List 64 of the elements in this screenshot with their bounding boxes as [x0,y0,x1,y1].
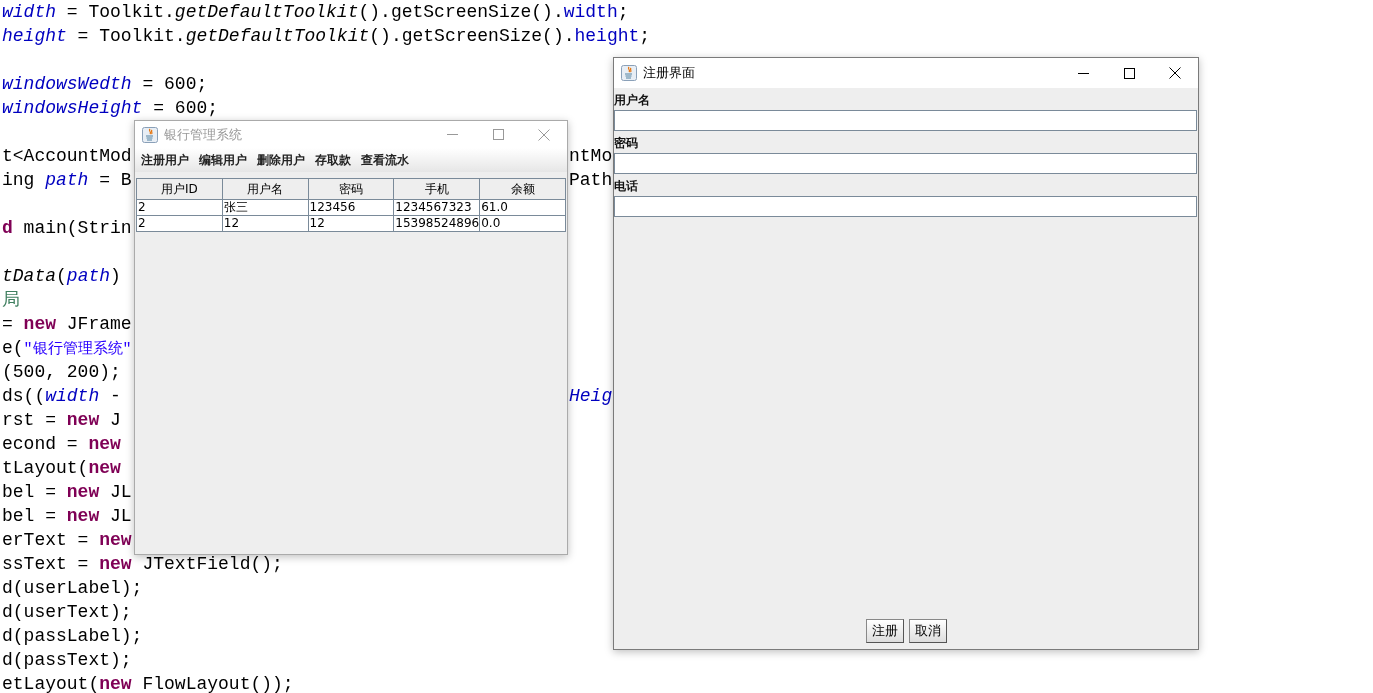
code-line: erText = new [1,530,132,550]
code-line: bel = new JL [1,482,132,502]
field-label: 电话 [614,178,639,195]
code-line: d(userLabel); [1,578,143,598]
app-icon [621,65,637,81]
table-cell: 12 [222,216,309,232]
code-line: t<AccountMod [1,145,133,168]
code-line: etLayout(new FlowLayout()); [1,674,294,693]
code-line: Path [568,169,613,192]
code-line: width = Toolkit.getDefaultToolkit().getScreenSize().width; [1,2,629,22]
close-icon [538,128,550,141]
code-line: (500, 200); [1,362,121,382]
column-header[interactable]: 手机 [394,178,481,200]
code-line: = new JFrame [1,314,132,334]
table-cell: 61.0 [480,200,566,216]
code-line: tData(path) [1,266,121,286]
code-line: d(passText); [1,650,132,670]
input-field[interactable] [614,110,1197,131]
code-line: bel = new JL [1,506,132,526]
field-label: 用户名 [614,92,651,109]
table-cell: 张三 [222,200,309,216]
column-header[interactable]: 用户ID [137,178,223,200]
code-line: windowsHeight = 600; [1,98,219,118]
menu-item[interactable]: 删除用户 [253,151,311,169]
code-line: econd = new [1,434,121,454]
table-cell: 2 [137,216,223,232]
column-header[interactable]: 密码 [308,178,395,200]
code-line: d(userText); [1,602,132,622]
code-line: e("银行管理系统" [1,338,132,358]
input-field[interactable] [614,153,1197,174]
field-label: 密码 [614,135,639,152]
menu-item[interactable]: 编辑用户 [195,151,253,169]
table-cell: 0.0 [480,216,566,232]
code-line: windowsWedth = 600; [1,74,208,94]
code-line: Heig [568,385,613,408]
column-header[interactable]: 用户名 [222,178,309,200]
table-cell: 15398524896 [394,216,481,232]
close-icon [1169,67,1181,79]
code-line: tLayout(new [1,458,121,478]
menu-item[interactable]: 注册用户 [137,151,195,169]
table-cell: 2 [137,200,223,216]
table-cell: 12 [308,216,395,232]
code-line: height = Toolkit.getDefaultToolkit().getScreenSize().height; [1,26,651,46]
code-line: rst = new J [1,410,121,430]
code-line: d(passLabel); [1,626,143,646]
maximize-icon [492,129,504,140]
input-field[interactable] [614,196,1197,217]
window-title: 注册界面 [643,64,696,82]
code-line: ssText = new JTextField(); [1,554,283,574]
code-line: ntMo [568,145,613,168]
table-cell: 1234567323 [394,200,481,216]
app-icon [142,126,158,143]
column-header[interactable]: 余额 [480,178,566,200]
dialog-button[interactable]: 取消 [908,619,947,643]
window-title: 银行管理系统 [164,125,243,144]
code-line: 局 [1,290,20,310]
maximize-icon [1123,67,1135,79]
dialog-button[interactable]: 注册 [865,619,904,643]
table-cell: 123456 [308,200,395,216]
code-line: ing path = B [1,169,133,192]
menu-item[interactable]: 存取款 [311,151,357,169]
code-line: d main(Strin [1,218,132,238]
menu-item[interactable]: 查看流水 [357,151,415,169]
code-line: ds((width - [1,385,122,408]
